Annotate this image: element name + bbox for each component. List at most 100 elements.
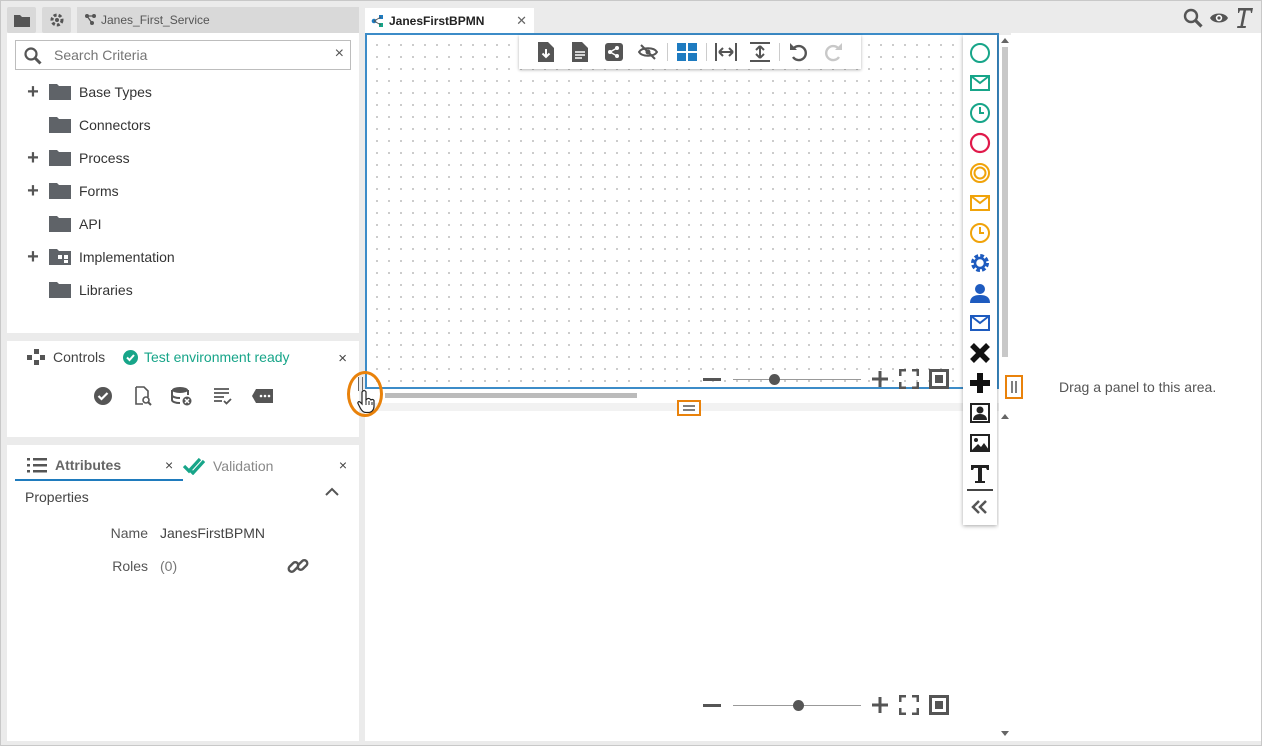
close-icon[interactable]: ✕ bbox=[516, 13, 527, 29]
fullscreen-icon[interactable] bbox=[899, 369, 919, 389]
name-value[interactable]: JanesFirstBPMN bbox=[160, 525, 265, 541]
hide-icon[interactable] bbox=[631, 35, 665, 69]
search-input[interactable] bbox=[54, 46, 304, 64]
user-task-icon[interactable] bbox=[969, 282, 991, 304]
scrollbar-thumb[interactable] bbox=[1002, 47, 1008, 357]
zoom-out-icon[interactable] bbox=[703, 377, 721, 381]
layout-grid-icon[interactable] bbox=[670, 35, 704, 69]
tree-item-connectors[interactable]: Connectors bbox=[25, 113, 151, 137]
tab-attributes-label: Attributes bbox=[55, 457, 122, 473]
document-icon[interactable] bbox=[563, 35, 597, 69]
tree-item-label: Implementation bbox=[79, 249, 175, 265]
editor-area bbox=[365, 33, 999, 741]
test-check-icon[interactable] bbox=[92, 385, 114, 407]
intermediate-event-icon[interactable] bbox=[969, 162, 991, 184]
fit-width-icon[interactable] bbox=[709, 35, 743, 69]
zoom-in-icon[interactable] bbox=[871, 696, 889, 714]
check-circle-icon bbox=[123, 349, 138, 365]
message-intermediate-event-icon[interactable] bbox=[969, 192, 991, 214]
panel-drop-area[interactable]: Drag a panel to this area. bbox=[1011, 33, 1261, 741]
controls-close-button[interactable]: × bbox=[338, 350, 347, 367]
timer-intermediate-event-icon[interactable] bbox=[969, 222, 991, 244]
message-start-event-icon[interactable] bbox=[969, 72, 991, 94]
image-icon[interactable] bbox=[969, 432, 991, 454]
zoom-slider[interactable] bbox=[733, 373, 861, 385]
status-text: Test environment ready bbox=[144, 349, 290, 365]
editor-tab-label: JanesFirstBPMN bbox=[389, 13, 485, 28]
database-clear-icon[interactable] bbox=[171, 385, 193, 407]
end-event-icon[interactable] bbox=[969, 132, 991, 154]
editor-tab[interactable]: JanesFirstBPMN ✕ bbox=[365, 8, 534, 33]
canvas-toolbar bbox=[519, 35, 861, 69]
zoom-in-icon[interactable] bbox=[871, 370, 889, 388]
list-check-icon[interactable] bbox=[212, 385, 234, 407]
scroll-up-icon[interactable] bbox=[1001, 37, 1009, 43]
expand-icon[interactable]: + bbox=[25, 181, 41, 201]
service-tab[interactable]: Janes_First_Service bbox=[77, 7, 359, 33]
folder-icon[interactable] bbox=[7, 7, 36, 33]
tree-item-process[interactable]: + Process bbox=[25, 146, 130, 170]
chevron-up-icon[interactable] bbox=[325, 487, 339, 497]
search-icon bbox=[24, 47, 42, 65]
expand-icon[interactable]: + bbox=[25, 148, 41, 168]
download-icon[interactable] bbox=[529, 35, 563, 69]
tree-item-forms[interactable]: + Forms bbox=[25, 179, 119, 203]
attributes-tab-close-button[interactable]: × bbox=[165, 457, 173, 473]
fullscreen-icon[interactable] bbox=[899, 695, 919, 715]
service-tab-label: Janes_First_Service bbox=[101, 13, 210, 27]
search-document-icon[interactable] bbox=[132, 385, 154, 407]
redo-icon[interactable] bbox=[816, 35, 850, 69]
zoom-control-lower bbox=[703, 695, 949, 715]
search-icon[interactable] bbox=[1183, 8, 1203, 28]
eye-icon[interactable] bbox=[1209, 11, 1229, 25]
tree-item-label: Connectors bbox=[79, 117, 151, 133]
search-clear-button[interactable]: × bbox=[335, 45, 344, 63]
message-task-icon[interactable] bbox=[969, 312, 991, 334]
fit-screen-icon[interactable] bbox=[929, 369, 949, 389]
scroll-up-icon[interactable] bbox=[1001, 413, 1009, 419]
zoom-control bbox=[703, 369, 949, 389]
expand-icon[interactable]: + bbox=[25, 247, 41, 267]
timer-start-event-icon[interactable] bbox=[969, 102, 991, 124]
exclusive-gateway-icon[interactable] bbox=[969, 342, 991, 364]
expand-icon[interactable]: + bbox=[25, 82, 41, 102]
parallel-gateway-icon[interactable] bbox=[969, 372, 991, 394]
splitter-handle-vertical-right[interactable] bbox=[1005, 375, 1023, 399]
text-annotation-icon[interactable] bbox=[969, 462, 991, 484]
tab-attributes[interactable]: Attributes bbox=[15, 451, 183, 481]
scroll-down-icon[interactable] bbox=[1001, 731, 1009, 737]
tree-item-label: API bbox=[79, 216, 102, 232]
gear-icon[interactable] bbox=[42, 7, 71, 33]
service-task-icon[interactable] bbox=[969, 252, 991, 274]
tab-validation[interactable]: Validation bbox=[183, 451, 273, 481]
folder-icon bbox=[49, 150, 71, 166]
horizontal-scrollbar[interactable] bbox=[385, 393, 637, 398]
tree-item-libraries[interactable]: Libraries bbox=[25, 278, 133, 302]
palette-divider bbox=[967, 489, 993, 491]
user-component-icon[interactable] bbox=[969, 402, 991, 424]
zoom-slider-handle[interactable] bbox=[793, 699, 804, 711]
validation-tab-close-button[interactable]: × bbox=[339, 457, 347, 473]
status-badge: Test environment ready bbox=[123, 349, 290, 365]
zoom-slider[interactable] bbox=[733, 699, 861, 711]
attributes-panel: Attributes × Validation × Properties Nam… bbox=[7, 445, 359, 741]
zoom-out-icon[interactable] bbox=[703, 703, 721, 707]
tree-item-base-types[interactable]: + Base Types bbox=[25, 80, 152, 104]
text-style-icon[interactable] bbox=[1235, 7, 1253, 29]
message-tag-icon[interactable] bbox=[252, 385, 274, 407]
controls-title: Controls bbox=[27, 349, 105, 365]
tree-item-label: Process bbox=[79, 150, 130, 166]
fit-height-icon[interactable] bbox=[743, 35, 777, 69]
start-event-icon[interactable] bbox=[969, 42, 991, 64]
repository-tree-panel: × + Base Types Connectors + Process + Fo… bbox=[7, 33, 359, 333]
tree-item-api[interactable]: API bbox=[25, 212, 102, 236]
bpmn-canvas[interactable] bbox=[365, 33, 999, 389]
undo-icon[interactable] bbox=[782, 35, 816, 69]
link-icon[interactable] bbox=[287, 555, 309, 577]
zoom-slider-handle[interactable] bbox=[769, 373, 780, 385]
collapse-palette-icon[interactable] bbox=[969, 496, 991, 518]
share-icon[interactable] bbox=[597, 35, 631, 69]
splitter-handle-horizontal[interactable] bbox=[677, 400, 701, 416]
fit-screen-icon[interactable] bbox=[929, 695, 949, 715]
tree-item-implementation[interactable]: + Implementation bbox=[25, 245, 175, 269]
